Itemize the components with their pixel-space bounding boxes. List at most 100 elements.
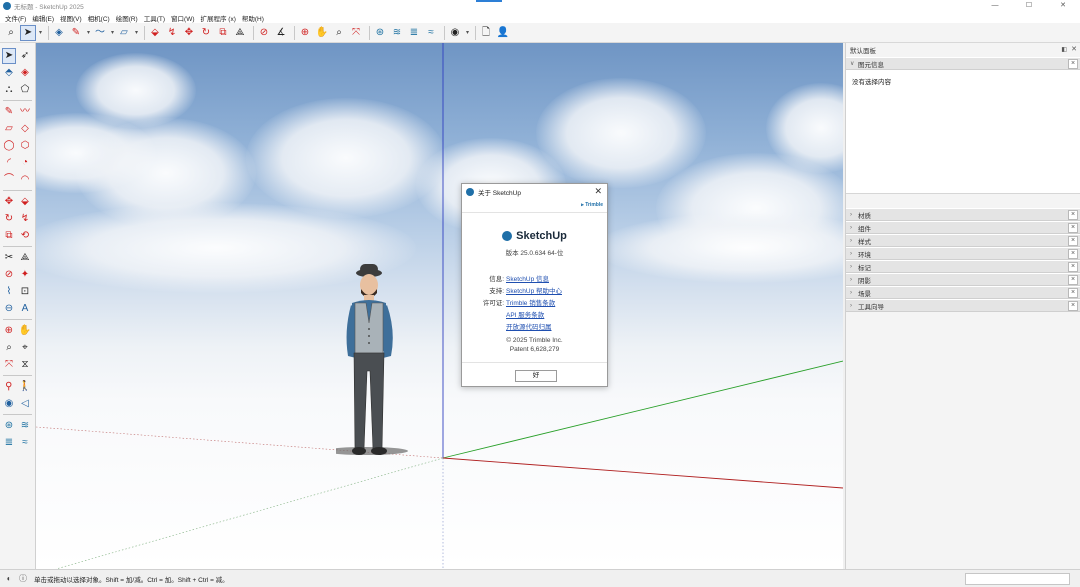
pencil-line-icon[interactable]: ✎ [69, 26, 83, 40]
close-icon[interactable]: × [1068, 223, 1078, 233]
menu-tools[interactable]: 工具(T) [144, 13, 165, 23]
axes-icon[interactable]: ⌇ [3, 285, 15, 299]
menu-draw[interactable]: 绘图(R) [116, 13, 138, 23]
dimension-icon[interactable]: ⟁ [19, 251, 31, 265]
api-terms-link[interactable]: API 服务条款 [506, 309, 544, 319]
tray-instructor[interactable]: › 工具向导 × [846, 299, 1080, 312]
orbit-icon[interactable]: ⊕ [3, 324, 15, 338]
scale-icon[interactable]: ⧉ [3, 229, 15, 243]
section-plane-icon[interactable]: ⊖ [3, 302, 15, 316]
layers-icon[interactable]: ≣ [3, 436, 15, 450]
look-around-icon[interactable]: ◉ [3, 397, 15, 411]
text-label-icon[interactable]: ✦ [19, 268, 31, 282]
orbit-icon[interactable]: ⊕ [298, 26, 312, 40]
extension-warehouse-icon[interactable]: ≈ [424, 26, 438, 40]
3d-text-icon[interactable]: ⊡ [19, 285, 31, 299]
geo-location-icon[interactable]: ◐ [4, 574, 14, 584]
tray-styles[interactable]: › 样式 × [846, 234, 1080, 247]
rectangle-icon[interactable]: ▱ [3, 122, 15, 136]
freehand-icon[interactable]: 〜 [93, 26, 107, 40]
walk-icon[interactable]: 🚶 [19, 380, 31, 394]
rectangle-icon[interactable]: ▱ [117, 26, 131, 40]
zoom-extents-icon[interactable]: ⤧ [3, 358, 15, 372]
info-icon[interactable]: ⓘ [18, 574, 28, 584]
followme-icon[interactable]: ↯ [165, 26, 179, 40]
pencil-line-icon[interactable]: ✎ [3, 105, 15, 119]
close-icon[interactable]: × [1068, 275, 1078, 285]
close-icon[interactable]: × [1068, 249, 1078, 259]
menu-extensions[interactable]: 扩展程序 (x) [201, 13, 236, 23]
close-icon[interactable]: × [1068, 301, 1078, 311]
chevron-down-icon[interactable]: ▾ [465, 26, 470, 40]
ok-button[interactable]: 好 [515, 370, 557, 382]
paint-bucket-icon[interactable]: ⬘ [3, 66, 15, 80]
pie-icon[interactable]: ◔ [19, 156, 31, 170]
measurements-box[interactable] [965, 573, 1070, 585]
chevron-down-icon[interactable]: ▾ [110, 26, 115, 40]
pushpull-icon[interactable]: ⬙ [148, 26, 162, 40]
search-icon[interactable]: ⌕ [4, 26, 18, 40]
minimize-button[interactable]: — [978, 0, 1012, 12]
zoom-icon[interactable]: ⌕ [332, 26, 346, 40]
select-arrow-icon[interactable]: ➤ [2, 47, 16, 64]
close-icon[interactable]: × [1068, 236, 1078, 246]
close-window-button[interactable]: ✕ [1046, 0, 1080, 12]
tag-tool-icon[interactable]: ⛬ [3, 83, 15, 97]
open-source-link[interactable]: 开放源代码归属 [506, 321, 552, 331]
account-icon[interactable]: ◉ [448, 26, 462, 40]
close-icon[interactable]: × [1068, 262, 1078, 272]
eraser-outline-icon[interactable]: ⬠ [19, 83, 31, 97]
freehand-icon[interactable]: 〰 [19, 105, 31, 119]
tray-tags[interactable]: › 标记 × [846, 260, 1080, 273]
pan-icon[interactable]: ✋ [315, 26, 329, 40]
tray-components[interactable]: › 组件 × [846, 221, 1080, 234]
scale-icon[interactable]: ⧉ [216, 26, 230, 40]
three-point-arc-icon[interactable]: ◠ [19, 173, 31, 187]
zoom-window-icon[interactable]: ⌖ [19, 341, 31, 355]
warehouse-icon[interactable]: ⊛ [373, 26, 387, 40]
move-icon[interactable]: ✥ [3, 195, 15, 209]
menu-file[interactable]: 文件(F) [5, 13, 26, 23]
info-link[interactable]: SketchUp 信息 [506, 273, 549, 283]
chevron-down-icon[interactable]: ▾ [38, 26, 43, 40]
offset-icon[interactable]: ⟲ [19, 229, 31, 243]
close-icon[interactable]: × [1068, 288, 1078, 298]
eraser-icon[interactable]: ◈ [19, 66, 31, 80]
tape-measure-icon[interactable]: ✂ [3, 251, 15, 265]
zoom-extents-icon[interactable]: ⤧ [349, 26, 363, 40]
pan-icon[interactable]: ✋ [19, 324, 31, 338]
circle-icon[interactable]: ◯ [3, 139, 15, 153]
rotate-icon[interactable]: ↻ [3, 212, 15, 226]
menu-edit[interactable]: 编辑(E) [32, 13, 54, 23]
followme-icon[interactable]: ↯ [19, 212, 31, 226]
tray-environment[interactable]: › 环境 × [846, 247, 1080, 260]
menu-help[interactable]: 帮助(H) [242, 13, 264, 23]
offset-icon[interactable]: ⟁ [233, 26, 247, 40]
tape-measure-icon[interactable]: ⊘ [257, 26, 271, 40]
help-center-link[interactable]: SketchUp 帮助中心 [506, 285, 562, 295]
protractor-icon[interactable]: ⊘ [3, 268, 15, 282]
protractor-icon[interactable]: ∡ [274, 26, 288, 40]
menu-camera[interactable]: 相机(C) [88, 13, 110, 23]
document-icon[interactable]: 🗋 [479, 26, 493, 40]
close-icon[interactable]: ✕ [1071, 45, 1077, 53]
two-point-arc-icon[interactable]: ⌒ [3, 173, 15, 187]
pushpull-icon[interactable]: ⬙ [19, 195, 31, 209]
sound-icon[interactable]: ◁ [19, 397, 31, 411]
extension-icon[interactable]: ≋ [19, 419, 31, 433]
extension-icon[interactable]: ≋ [390, 26, 404, 40]
previous-view-icon[interactable]: ⧖ [19, 358, 31, 372]
person-figure[interactable] [336, 261, 456, 471]
eraser-icon[interactable]: ◈ [52, 26, 66, 40]
move-icon[interactable]: ✥ [182, 26, 196, 40]
user-icon[interactable]: 👤 [496, 26, 510, 40]
sales-terms-link[interactable]: Trimble 销售条款 [506, 297, 555, 307]
menu-window[interactable]: 窗口(W) [171, 13, 194, 23]
chevron-down-icon[interactable]: ▾ [86, 26, 91, 40]
tray-shadows[interactable]: › 阴影 × [846, 273, 1080, 286]
rotated-rectangle-icon[interactable]: ◇ [19, 122, 31, 136]
3d-viewport[interactable] [36, 43, 843, 569]
tray-materials[interactable]: › 材质 × [846, 208, 1080, 221]
pin-icon[interactable]: ◧ [1061, 46, 1067, 53]
warehouse-icon[interactable]: ⊛ [3, 419, 15, 433]
